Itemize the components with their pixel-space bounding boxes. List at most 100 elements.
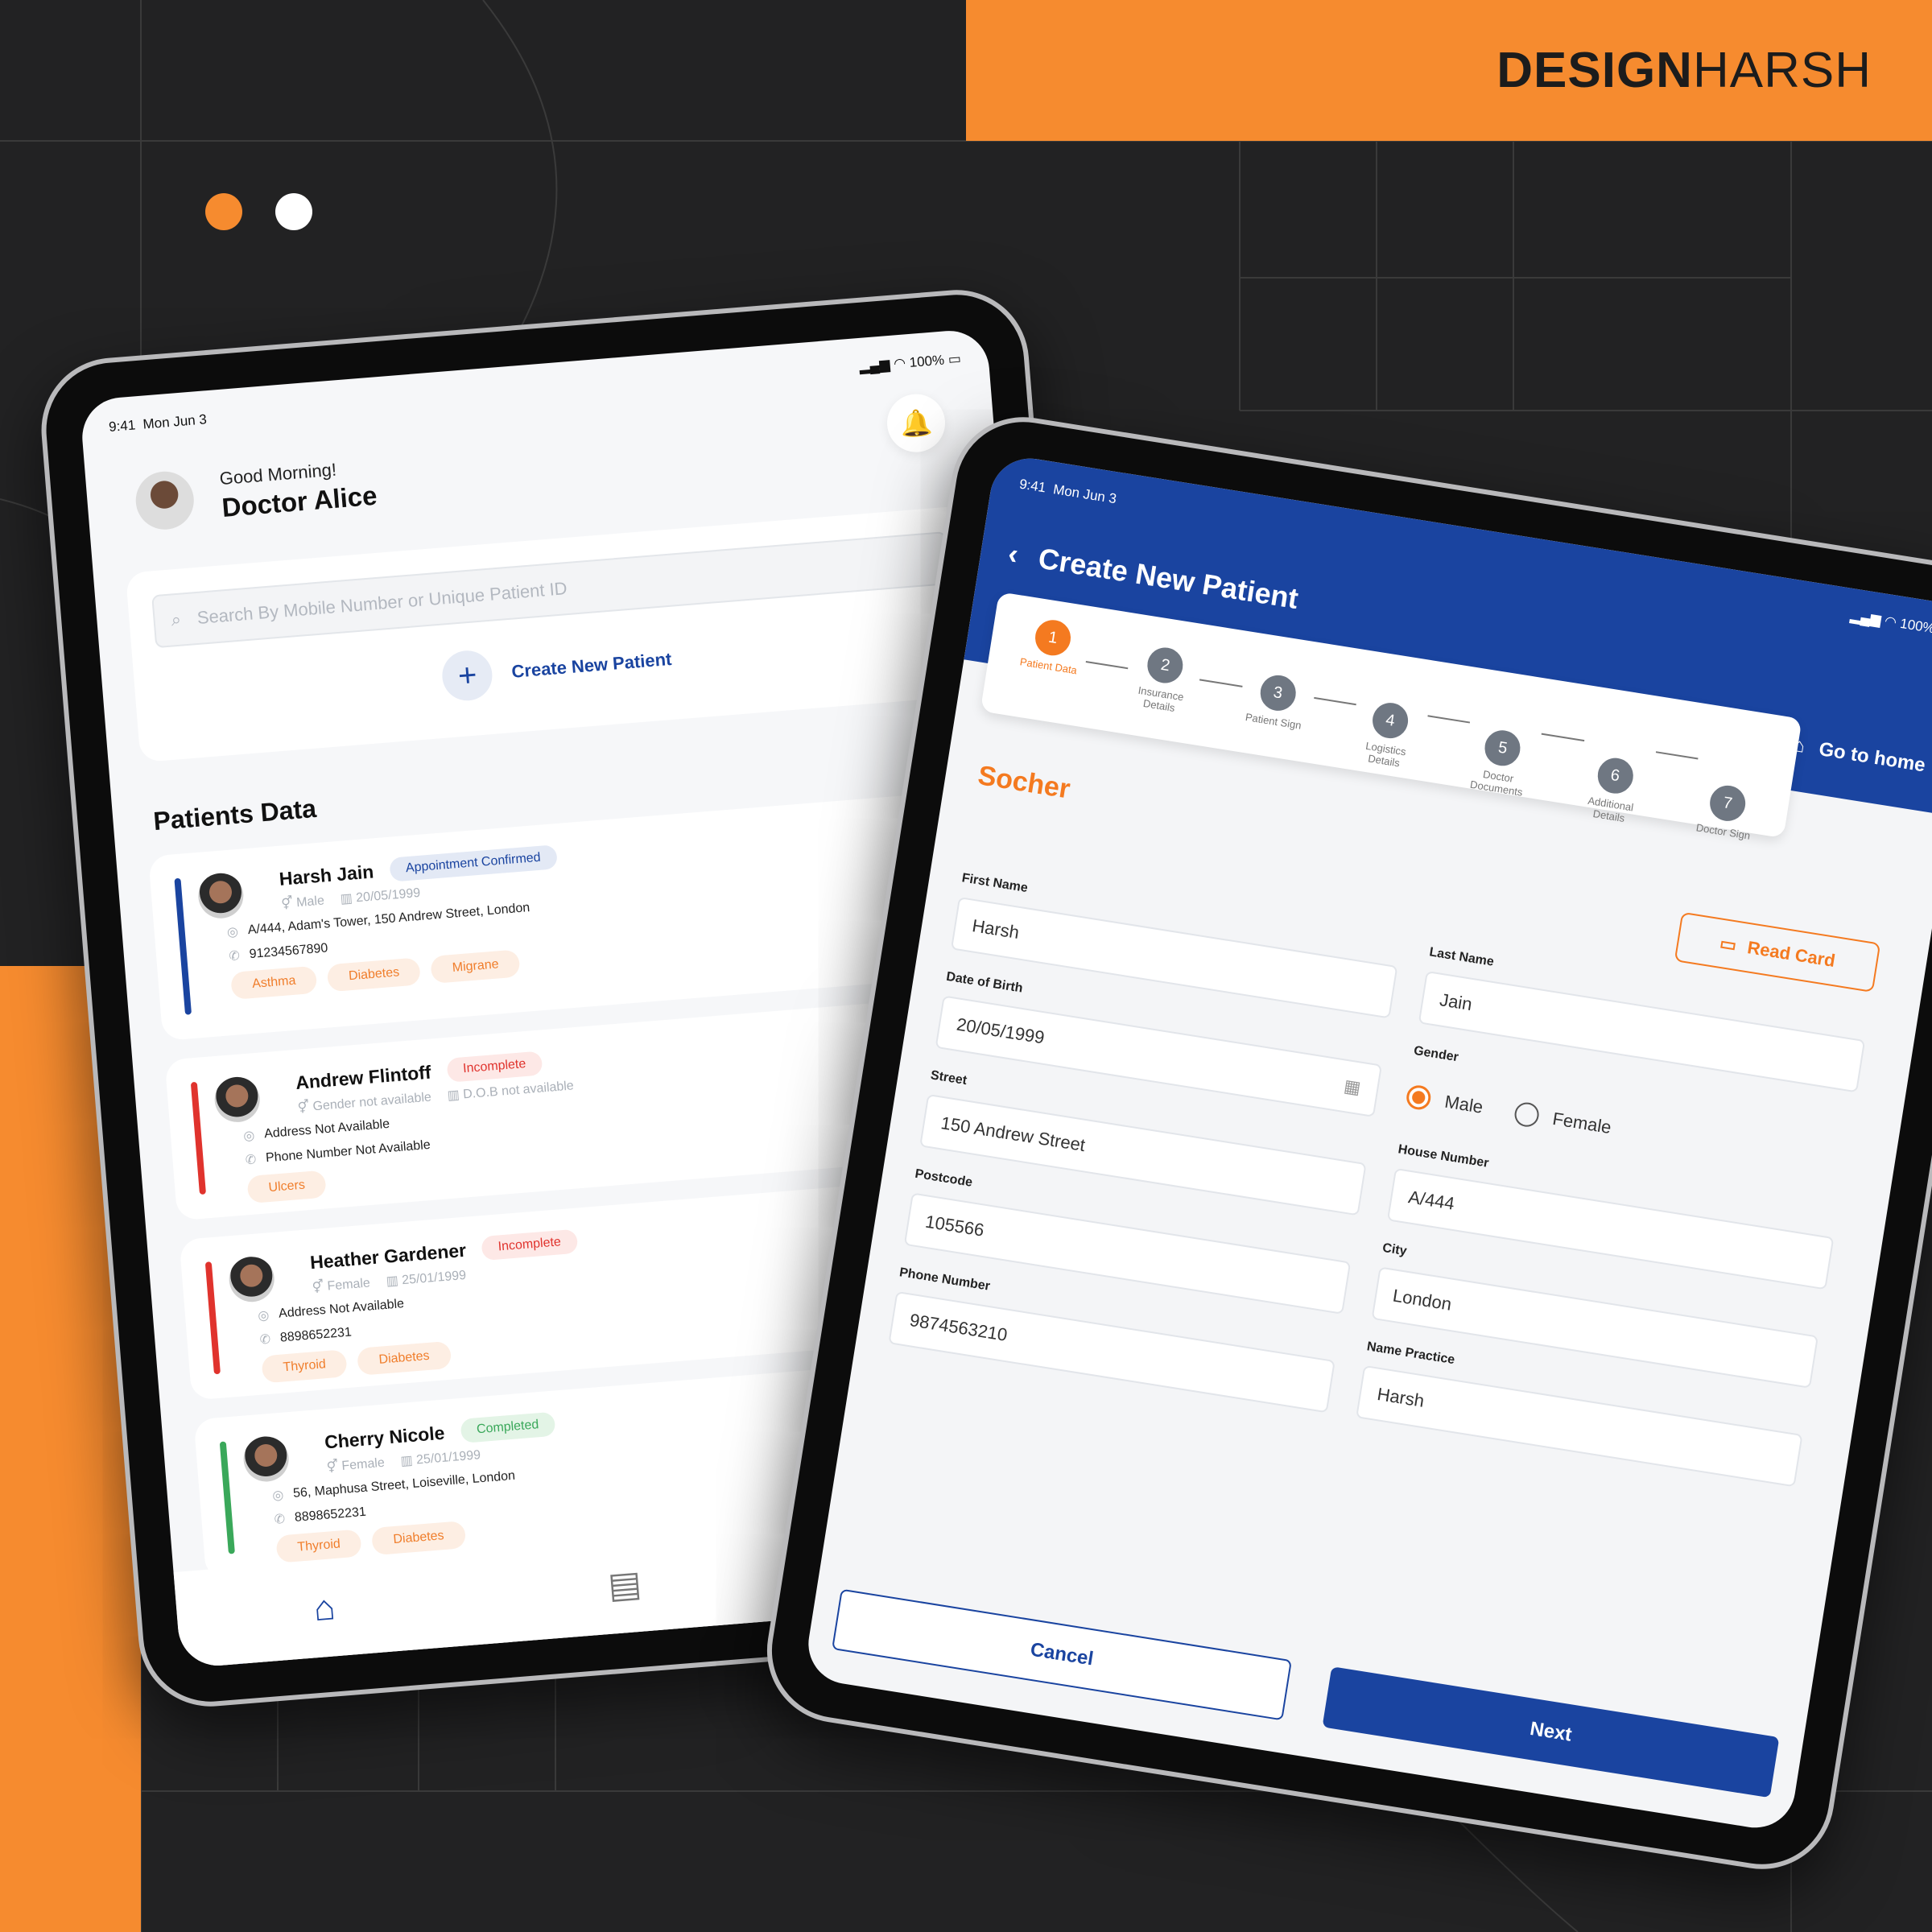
step-2[interactable]: 2 Insurance Details <box>1122 642 1203 717</box>
step-7[interactable]: 7 Doctor Sign <box>1686 780 1766 843</box>
step-label: Patient Data <box>1018 655 1078 677</box>
phone-text: Phone Number Not Available <box>265 1137 431 1166</box>
phone-icon: ✆ <box>259 1332 271 1348</box>
step-connector <box>1541 733 1584 742</box>
id-card-icon: ▭ <box>1718 932 1739 956</box>
search-placeholder: Search By Mobile Number or Unique Patien… <box>196 578 568 628</box>
next-button[interactable]: Next <box>1322 1666 1780 1798</box>
step-label: Logistics Details <box>1364 739 1407 770</box>
step-number: 1 <box>1032 617 1074 658</box>
doctor-avatar[interactable] <box>133 469 196 532</box>
gender-icon: ⚥ <box>326 1459 343 1475</box>
condition-tag: Diabetes <box>357 1340 452 1376</box>
patient-avatar <box>227 1255 276 1304</box>
step-3[interactable]: 3 Patient Sign <box>1236 670 1316 733</box>
dob-value: 25/01/1999 <box>415 1448 481 1468</box>
home-icon[interactable]: ⌂ <box>312 1587 337 1629</box>
gender-label: ⚥ Female <box>326 1455 386 1476</box>
status-badge: Completed <box>460 1411 556 1443</box>
section-title: Socher <box>976 760 1072 805</box>
cake-icon: ▥ <box>447 1088 464 1103</box>
dob-value: D.O.B not available <box>462 1079 575 1102</box>
step-number: 5 <box>1482 728 1523 769</box>
gender-value: Female <box>326 1276 371 1294</box>
phone-text: 8898652231 <box>279 1325 353 1345</box>
step-connector <box>1085 661 1129 670</box>
gender-label: ⚥ Female <box>312 1274 371 1295</box>
patient-name: Cherry Nicole <box>324 1422 446 1453</box>
step-connector <box>1427 715 1471 724</box>
status-bar-indicator <box>190 1081 207 1195</box>
step-5[interactable]: 5 Doctor Documents <box>1459 725 1541 800</box>
gender-male-radio[interactable]: Male <box>1405 1084 1484 1120</box>
gender-icon: ⚥ <box>312 1279 328 1295</box>
location-pin-icon: ◎ <box>271 1488 284 1503</box>
step-4[interactable]: 4 Logistics Details <box>1348 697 1429 772</box>
condition-tag: Ulcers <box>246 1170 328 1204</box>
create-patient-tablet: 9:41 Mon Jun 3 ▂▄▆ ◠ 100% ▭ ‹Create New … <box>756 407 1932 1880</box>
condition-tag: Diabetes <box>326 957 422 993</box>
patient-name: Harsh Jain <box>278 860 375 890</box>
location-pin-icon: ◎ <box>226 925 239 940</box>
step-connector <box>1655 751 1699 760</box>
brand-logo: DESIGNHARSH <box>1496 43 1872 98</box>
step-1[interactable]: 1 Patient Data <box>1012 614 1092 677</box>
orange-dot <box>205 193 242 230</box>
address-text: Address Not Available <box>263 1117 390 1141</box>
patient-name: Andrew Flintoff <box>295 1061 432 1093</box>
step-label: Additional Details <box>1587 794 1635 825</box>
dob-value: 25/01/1999 <box>401 1268 467 1288</box>
plus-icon: + <box>440 648 495 703</box>
dob-label: ▥ 25/01/1999 <box>400 1447 481 1469</box>
step-number: 6 <box>1595 755 1636 796</box>
step-label: Doctor Documents <box>1469 768 1524 799</box>
step-6[interactable]: 6 Additional Details <box>1572 753 1653 828</box>
gender-female-radio[interactable]: Female <box>1513 1100 1613 1140</box>
create-patient-screen: 9:41 Mon Jun 3 ▂▄▆ ◠ 100% ▭ ‹Create New … <box>803 452 1932 1834</box>
calendar-icon[interactable]: ▦ <box>1343 1075 1362 1099</box>
step-number: 2 <box>1145 645 1186 686</box>
step-label: Patient Sign <box>1245 710 1302 732</box>
step-number: 7 <box>1707 782 1748 824</box>
address-text: Address Not Available <box>278 1297 405 1321</box>
step-label: Doctor Sign <box>1695 821 1752 842</box>
step-number: 4 <box>1369 700 1411 741</box>
back-chevron-icon[interactable]: ‹ <box>1005 537 1021 572</box>
search-icon: ⌕ <box>170 609 182 630</box>
dob-label: ▥ 25/01/1999 <box>386 1267 467 1290</box>
search-card: ⌕ Search By Mobile Number or Unique Pati… <box>125 505 984 763</box>
phone-icon: ✆ <box>228 949 241 964</box>
condition-tag: Asthma <box>230 965 318 1000</box>
condition-tag: Migrane <box>430 949 521 984</box>
patient-avatar <box>196 871 246 920</box>
step-connector <box>1199 679 1243 687</box>
gender-icon: ⚥ <box>297 1100 314 1115</box>
status-bar-indicator <box>219 1441 235 1554</box>
cake-icon: ▥ <box>386 1274 402 1289</box>
step-label: Insurance Details <box>1137 683 1185 714</box>
read-card-button[interactable]: ▭ Read Card <box>1674 911 1881 993</box>
gender-value: Male <box>295 894 325 910</box>
dob-value: 20/05/1999 <box>355 886 421 906</box>
step-number: 3 <box>1257 672 1298 713</box>
gender-value: Gender not available <box>312 1090 432 1114</box>
phone-text: 91234567890 <box>249 941 328 962</box>
records-icon[interactable]: ▤ <box>606 1563 643 1606</box>
phone-icon: ✆ <box>274 1512 286 1527</box>
cake-icon: ▥ <box>399 1453 417 1469</box>
status-badge: Incomplete <box>481 1228 578 1261</box>
location-pin-icon: ◎ <box>257 1308 270 1323</box>
dob-label: ▥ 20/05/1999 <box>340 885 421 907</box>
form-actions: Cancel Next <box>832 1588 1780 1798</box>
gender-label: ⚥ Male <box>281 892 325 911</box>
cake-icon: ▥ <box>340 891 357 906</box>
gender-value: Female <box>341 1455 386 1473</box>
patient-avatar <box>213 1075 262 1125</box>
status-badge: Incomplete <box>446 1051 543 1083</box>
phone-icon: ✆ <box>245 1153 257 1168</box>
status-bar-indicator <box>174 877 192 1015</box>
patient-avatar <box>242 1435 291 1484</box>
cancel-button[interactable]: Cancel <box>832 1588 1292 1721</box>
location-pin-icon: ◎ <box>242 1129 256 1144</box>
gender-icon: ⚥ <box>280 896 297 911</box>
